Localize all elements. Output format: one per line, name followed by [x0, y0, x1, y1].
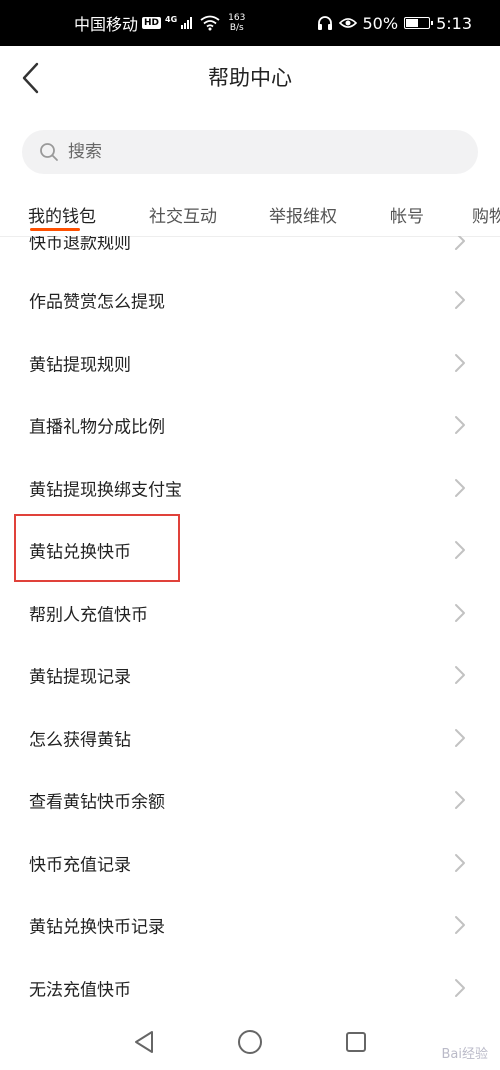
- status-bar-left: 中国移动 HD 4G 163 B/s: [74, 0, 245, 46]
- list-item-label: 帮别人充值快币: [29, 605, 148, 626]
- list-item[interactable]: 无法充值快币: [0, 957, 500, 1020]
- chevron-right-icon: [455, 291, 465, 310]
- list-item-label: 作品赞赏怎么提现: [29, 292, 165, 313]
- list-item-label: 黄钻提现换绑支付宝: [29, 480, 182, 501]
- tab-report[interactable]: 举报维权: [269, 202, 337, 227]
- square-recents-icon: [346, 1032, 366, 1052]
- highlight-annotation-box: [14, 514, 180, 582]
- headphones-icon: [317, 15, 333, 31]
- list-item[interactable]: 怎么获得黄钻: [0, 707, 500, 770]
- list-item[interactable]: 作品赞赏怎么提现: [0, 269, 500, 332]
- chevron-right-icon: [455, 354, 465, 373]
- triangle-back-icon: [135, 1031, 153, 1053]
- list-item-label: 快币退款规则: [29, 236, 131, 254]
- category-tabs: 我的钱包 社交互动 举报维权 帐号 购物: [0, 196, 500, 237]
- list-item-label: 怎么获得黄钻: [29, 730, 131, 751]
- list-item-label: 直播礼物分成比例: [29, 417, 165, 438]
- search-input[interactable]: [66, 141, 450, 163]
- network-speed: 163 B/s: [228, 13, 245, 33]
- list-item-label: 查看黄钻快币余额: [29, 792, 165, 813]
- list-item[interactable]: 黄钻提现换绑支付宝: [0, 457, 500, 520]
- tab-social[interactable]: 社交互动: [149, 202, 217, 227]
- network-speed-unit: B/s: [229, 23, 244, 33]
- nav-home-button[interactable]: [237, 1029, 263, 1055]
- list-item[interactable]: 帮别人充值快币: [0, 582, 500, 645]
- search-icon: [38, 141, 60, 163]
- network-type: 4G: [165, 14, 178, 24]
- wifi-icon: [200, 15, 220, 31]
- battery-percent: 50%: [362, 13, 399, 33]
- list-item[interactable]: 直播礼物分成比例: [0, 394, 500, 457]
- active-tab-indicator: [30, 228, 80, 231]
- list-item-label: 无法充值快币: [29, 980, 131, 1001]
- chevron-right-icon: [455, 479, 465, 498]
- circle-home-icon: [238, 1030, 262, 1054]
- search-bar[interactable]: [22, 130, 478, 174]
- chevron-right-icon: [455, 854, 465, 873]
- tab-my-wallet[interactable]: 我的钱包: [28, 202, 96, 227]
- carrier-name: 中国移动: [74, 15, 139, 34]
- chevron-right-icon: [455, 791, 465, 810]
- nav-recents-button[interactable]: [343, 1029, 369, 1055]
- battery-icon: [404, 17, 434, 29]
- chevron-right-icon: [455, 729, 465, 748]
- hd-badge: HD: [142, 17, 162, 29]
- page-title: 帮助中心: [208, 66, 292, 90]
- chevron-right-icon: [455, 604, 465, 623]
- list-item[interactable]: 黄钻提现规则: [0, 332, 500, 395]
- eye-comfort-icon: [338, 16, 357, 30]
- chevron-right-icon: [455, 979, 465, 998]
- nav-back-button[interactable]: [131, 1029, 157, 1055]
- chevron-right-icon: [455, 416, 465, 435]
- chevron-right-icon: [455, 541, 465, 560]
- tab-account[interactable]: 帐号: [390, 202, 424, 227]
- signal-icon: [181, 17, 193, 29]
- list-item[interactable]: 快币充值记录: [0, 832, 500, 895]
- list-item-label: 黄钻兑换快币记录: [29, 917, 165, 938]
- title-bar: 帮助中心: [0, 46, 500, 108]
- list-item-label: 快币充值记录: [29, 855, 131, 876]
- status-bar-right: 50% 5:13: [317, 0, 472, 46]
- network-speed-value: 163: [228, 13, 246, 23]
- list-item-label: 黄钻提现规则: [29, 355, 131, 376]
- system-nav-bar: Bai经验: [0, 1012, 500, 1070]
- list-item-label: 黄钻提现记录: [29, 667, 131, 688]
- chevron-right-icon: [455, 666, 465, 685]
- list-item[interactable]: 快币退款规则: [0, 236, 500, 273]
- watermark: Bai经验: [441, 1047, 489, 1062]
- tab-shopping[interactable]: 购物: [472, 202, 500, 227]
- clock: 5:13: [436, 13, 472, 33]
- list-item[interactable]: 黄钻提现记录: [0, 644, 500, 707]
- chevron-right-icon: [455, 236, 465, 251]
- list-item[interactable]: 查看黄钻快币余额: [0, 769, 500, 832]
- chevron-right-icon: [455, 916, 465, 935]
- status-bar: 中国移动 HD 4G 163 B/s 50% 5:13: [0, 0, 500, 46]
- help-topic-list: 快币退款规则 作品赞赏怎么提现 黄钻提现规则 直播礼物分成比例 黄钻提现换绑支付…: [0, 236, 500, 1026]
- list-item[interactable]: 黄钻兑换快币记录: [0, 894, 500, 957]
